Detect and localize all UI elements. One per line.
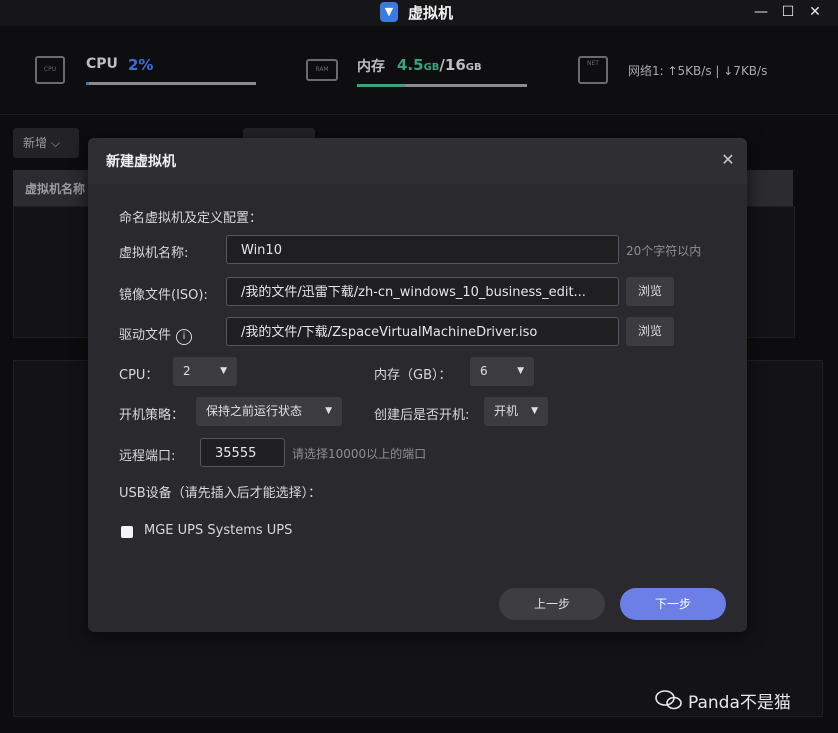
previous-step-button[interactable]: 上一步 — [499, 588, 605, 620]
new-vm-button[interactable]: 新增 ⌵ — [13, 128, 79, 158]
window-title: 虚拟机 — [408, 4, 454, 22]
memory-chip-icon: RAM — [306, 59, 338, 81]
cpu-value: 2% — [128, 56, 154, 74]
vm-name-label: 虚拟机名称: — [119, 246, 189, 261]
iso-browse-button[interactable]: 浏览 — [626, 277, 674, 306]
minimize-button[interactable]: — — [750, 1, 772, 23]
cpu-chip-icon: CPU — [35, 56, 65, 84]
boot-policy-value: 保持之前运行状态 — [206, 404, 303, 418]
memory-total-value: 16 — [444, 56, 466, 74]
section-title: 命名虚拟机及定义配置： — [119, 211, 263, 226]
memory-total-unit: GB — [465, 62, 482, 73]
cpu-count-label: CPU： — [119, 368, 159, 383]
memory-size-select[interactable]: 6 ▼ — [470, 357, 534, 386]
title-bar: ▼ 虚拟机 — ☐ ✕ — [0, 0, 838, 26]
next-step-button[interactable]: 下一步 — [620, 588, 726, 620]
memory-size-label: 内存（GB）： — [374, 368, 452, 383]
boot-after-select[interactable]: 开机 ▼ — [484, 397, 548, 426]
chevron-down-icon: ▼ — [517, 366, 524, 376]
chevron-down-icon: ▼ — [325, 406, 332, 416]
usb-device-label[interactable]: MGE UPS Systems UPS — [144, 523, 292, 538]
watermark-text: Panda不是猫 — [688, 693, 791, 713]
memory-usage-fill — [357, 84, 405, 87]
new-vm-dialog: 新建虚拟机 ✕ 命名虚拟机及定义配置： 虚拟机名称: Win10 20个字符以内… — [88, 138, 747, 632]
boot-after-label: 创建后是否开机: — [374, 408, 470, 423]
info-icon[interactable]: i — [176, 329, 193, 345]
driver-label: 驱动文件 — [119, 328, 172, 343]
network-icon: NET — [578, 56, 608, 84]
memory-readout: 4.5GB/16GB — [397, 56, 482, 74]
iso-path-input[interactable]: /我的文件/迅雷下载/zh-cn_windows_10_business_edi… — [226, 277, 619, 306]
remote-port-label: 远程端口: — [119, 449, 176, 464]
wechat-icon — [655, 690, 682, 710]
column-vm-name: 虚拟机名称 — [25, 182, 86, 196]
usb-section-label: USB设备（请先插入后才能选择）： — [119, 486, 322, 501]
memory-size-value: 6 — [480, 364, 488, 378]
boot-policy-select[interactable]: 保持之前运行状态 ▼ — [196, 397, 342, 426]
chevron-down-icon: ▼ — [220, 366, 227, 376]
vm-name-input[interactable]: Win10 — [226, 235, 619, 264]
cpu-label: CPU — [86, 56, 118, 72]
boot-after-value: 开机 — [494, 404, 519, 418]
stats-bar: CPU CPU 2% RAM 内存 4.5GB/16GB NET 网络1: ↑5… — [0, 26, 838, 115]
iso-label: 镜像文件(ISO): — [119, 288, 208, 303]
memory-usage-bar — [357, 84, 527, 87]
app-logo-icon: ▼ — [380, 2, 398, 22]
dialog-header: 新建虚拟机 ✕ — [88, 138, 747, 184]
remote-port-hint: 请选择10000以上的端口 — [292, 447, 427, 461]
cpu-usage-bar — [86, 82, 256, 85]
cpu-usage-fill — [86, 82, 90, 85]
driver-path-input[interactable]: /我的文件/下载/ZspaceVirtualMachineDriver.iso — [226, 317, 619, 346]
usb-device-checkbox[interactable] — [121, 526, 133, 538]
cpu-count-value: 2 — [183, 364, 191, 378]
network-speed: 网络1: ↑5KB/s | ↓7KB/s — [628, 64, 768, 78]
memory-used-value: 4.5 — [397, 56, 424, 74]
cpu-count-select[interactable]: 2 ▼ — [173, 357, 237, 386]
driver-label-row: 驱动文件 i — [119, 324, 193, 345]
vm-name-hint: 20个字符以内 — [626, 244, 702, 258]
memory-used-unit: GB — [423, 62, 440, 73]
memory-label: 内存 — [357, 59, 385, 75]
remote-port-input[interactable]: 35555 — [200, 438, 285, 467]
chevron-down-icon: ▼ — [531, 406, 538, 416]
maximize-button[interactable]: ☐ — [777, 1, 799, 23]
close-window-button[interactable]: ✕ — [804, 1, 826, 23]
boot-policy-label: 开机策略： — [119, 408, 185, 423]
dialog-title: 新建虚拟机 — [106, 154, 176, 170]
close-icon[interactable]: ✕ — [718, 150, 738, 170]
driver-browse-button[interactable]: 浏览 — [626, 317, 674, 346]
